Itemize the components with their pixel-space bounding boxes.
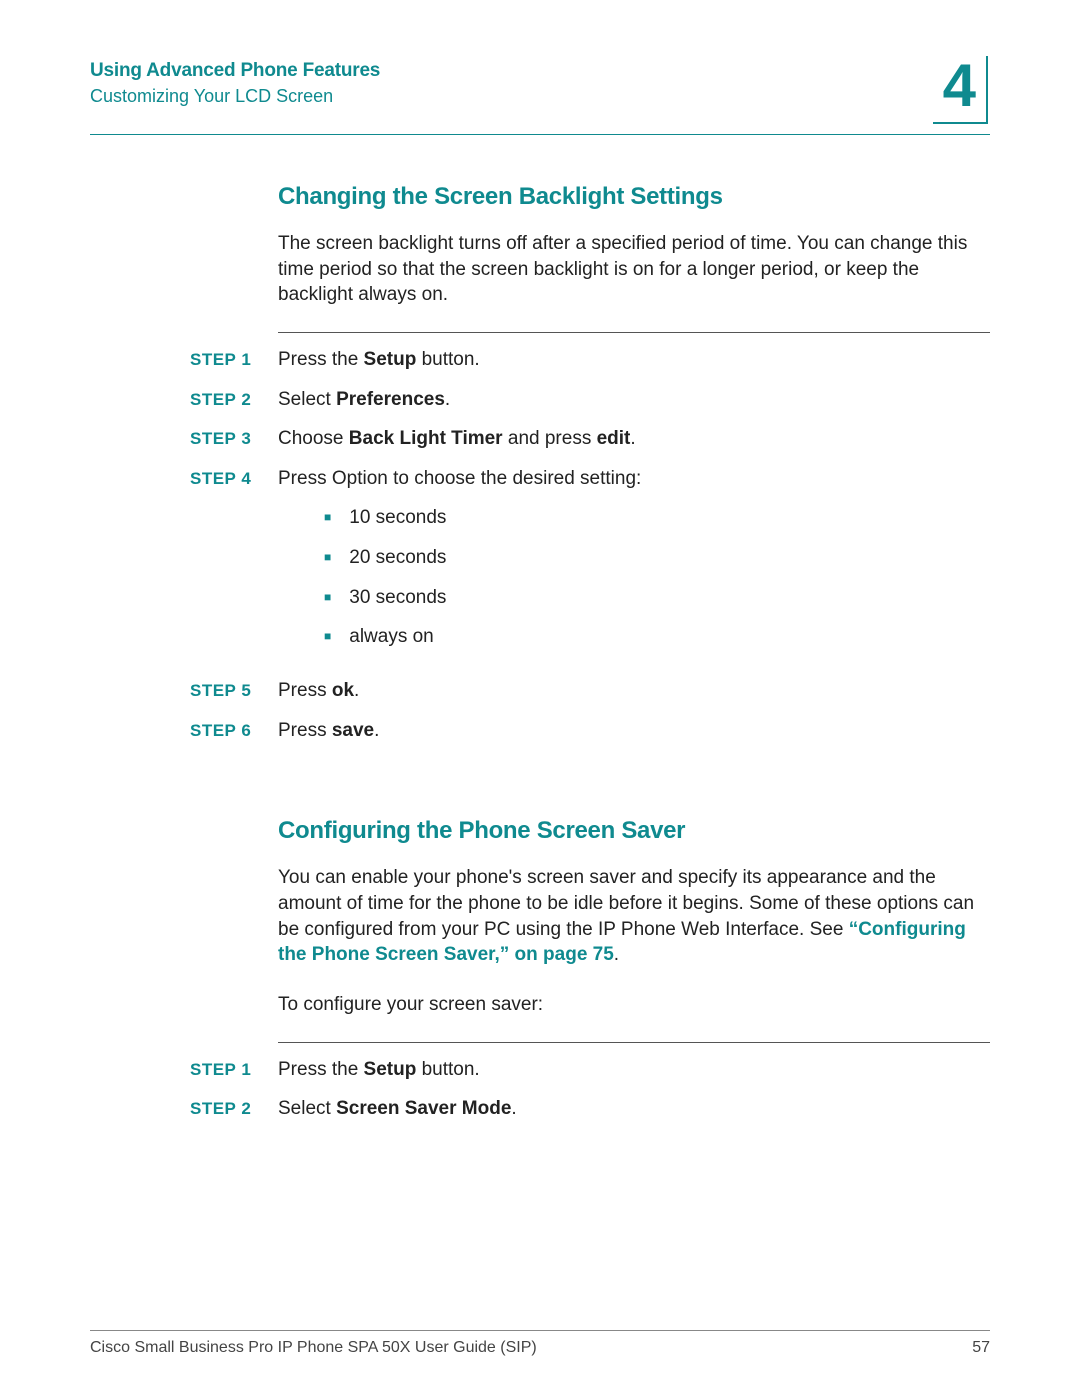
screensaver-lead: To configure your screen saver: [278, 992, 990, 1018]
step-4: STEP 4 Press Option to choose the desire… [190, 466, 990, 664]
intro-text: . [614, 944, 619, 965]
step-bold: Preferences [336, 389, 445, 410]
steps-rule [278, 332, 990, 333]
step-bold: Screen Saver Mode [336, 1098, 511, 1119]
step-2: STEP 2 Select Screen Saver Mode. [190, 1096, 990, 1122]
step-1: STEP 1 Press the Setup button. [190, 1057, 990, 1083]
option-text: 20 seconds [349, 545, 446, 571]
step-bold: edit [597, 428, 631, 449]
page-footer: Cisco Small Business Pro IP Phone SPA 50… [90, 1330, 990, 1357]
list-item: ■ 30 seconds [324, 585, 990, 611]
bullet-icon: ■ [324, 509, 331, 525]
backlight-intro: The screen backlight turns off after a s… [278, 231, 990, 308]
step-text: Choose [278, 428, 349, 449]
bullet-icon: ■ [324, 628, 331, 644]
main-content: Changing the Screen Backlight Settings T… [278, 183, 990, 1122]
step-6: STEP 6 Press save. [190, 718, 990, 744]
step-text: . [630, 428, 635, 449]
step-text: Press [278, 680, 332, 701]
option-text: 30 seconds [349, 585, 446, 611]
header-titles: Using Advanced Phone Features Customizin… [90, 56, 380, 107]
step-text: button. [416, 1059, 479, 1080]
list-item: ■ 10 seconds [324, 505, 990, 531]
step-label: STEP 6 [190, 720, 278, 743]
step-2: STEP 2 Select Preferences. [190, 387, 990, 413]
footer-title: Cisco Small Business Pro IP Phone SPA 50… [90, 1339, 537, 1357]
step-body: Press the Setup button. [278, 1057, 990, 1083]
step-label: STEP 5 [190, 680, 278, 703]
screensaver-steps: STEP 1 Press the Setup button. STEP 2 Se… [190, 1057, 990, 1122]
step-body: Select Screen Saver Mode. [278, 1096, 990, 1122]
step-bold: Setup [364, 349, 417, 370]
step-text: . [445, 389, 450, 410]
header-rule [90, 134, 990, 135]
step-text: Press the [278, 349, 364, 370]
bullet-icon: ■ [324, 549, 331, 565]
option-list: ■ 10 seconds ■ 20 seconds ■ 30 seconds ■ alw… [324, 505, 990, 650]
option-text: 10 seconds [349, 505, 446, 531]
steps-rule [278, 1042, 990, 1043]
page-number: 57 [972, 1339, 990, 1357]
step-text: and press [503, 428, 597, 449]
section-heading-screensaver: Configuring the Phone Screen Saver [278, 817, 990, 845]
page-container: Using Advanced Phone Features Customizin… [0, 0, 1080, 1397]
chapter-number: 4 [933, 56, 988, 124]
step-body: Choose Back Light Timer and press edit. [278, 426, 990, 452]
step-text: button. [416, 349, 479, 370]
step-text: . [511, 1098, 516, 1119]
step-bold: Setup [364, 1059, 417, 1080]
step-label: STEP 2 [190, 1098, 278, 1121]
step-body: Press Option to choose the desired setti… [278, 466, 990, 664]
step-label: STEP 1 [190, 349, 278, 372]
step-body: Press the Setup button. [278, 347, 990, 373]
option-text: always on [349, 624, 434, 650]
step-bold: Back Light Timer [349, 428, 503, 449]
section-subtitle: Customizing Your LCD Screen [90, 86, 380, 107]
step-text: Press [278, 720, 332, 741]
step-label: STEP 3 [190, 428, 278, 451]
step-body: Press save. [278, 718, 990, 744]
backlight-steps: STEP 1 Press the Setup button. STEP 2 Se… [190, 347, 990, 743]
bullet-icon: ■ [324, 589, 331, 605]
step-1: STEP 1 Press the Setup button. [190, 347, 990, 373]
step-text: Press Option to choose the desired setti… [278, 468, 641, 489]
step-3: STEP 3 Choose Back Light Timer and press… [190, 426, 990, 452]
step-label: STEP 4 [190, 468, 278, 491]
step-text: Press the [278, 1059, 364, 1080]
section-heading-backlight: Changing the Screen Backlight Settings [278, 183, 990, 211]
screensaver-intro: You can enable your phone's screen saver… [278, 865, 990, 968]
step-body: Select Preferences. [278, 387, 990, 413]
footer-rule [90, 1330, 990, 1331]
step-text: . [354, 680, 359, 701]
page-header: Using Advanced Phone Features Customizin… [90, 56, 990, 124]
step-bold: save [332, 720, 374, 741]
step-5: STEP 5 Press ok. [190, 678, 990, 704]
footer-row: Cisco Small Business Pro IP Phone SPA 50… [90, 1339, 990, 1357]
list-item: ■ always on [324, 624, 990, 650]
step-bold: ok [332, 680, 354, 701]
step-text: Select [278, 1098, 336, 1119]
step-label: STEP 2 [190, 389, 278, 412]
step-body: Press ok. [278, 678, 990, 704]
chapter-title: Using Advanced Phone Features [90, 60, 380, 82]
step-label: STEP 1 [190, 1059, 278, 1082]
list-item: ■ 20 seconds [324, 545, 990, 571]
step-text: Select [278, 389, 336, 410]
step-text: . [374, 720, 379, 741]
